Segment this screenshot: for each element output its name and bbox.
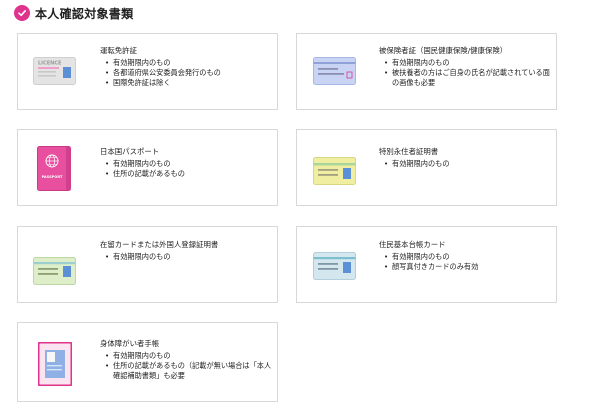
requirement-item: 住所の記載があるもの（記載が無い場合は「本人確認補助書類」も必要 xyxy=(104,361,272,381)
document-card-resident-register: 住民基本台帳カード 有効期限内のもの 顔写真付きカードのみ有効 xyxy=(296,226,557,303)
document-card-drivers-license: LICENCE 運転免許証 有効期限内のもの 各都道府県公安委員会発行のもの 国… xyxy=(17,33,278,110)
requirement-item: 有効期限内のもの xyxy=(383,58,551,68)
health-insurance-card-icon xyxy=(313,57,356,89)
section-header: 本人確認対象書類 xyxy=(14,4,133,22)
requirement-item: 有効期限内のもの xyxy=(104,252,171,262)
document-name: 住民基本台帳カード xyxy=(379,240,446,249)
document-name: 在留カードまたは外国人登録証明書 xyxy=(100,240,219,249)
requirement-list: 有効期限内のもの xyxy=(104,252,171,262)
requirement-item: 有効期限内のもの xyxy=(383,159,450,169)
passport-text: PASSPORT xyxy=(42,175,63,179)
document-name: 日本国パスポート xyxy=(100,147,160,156)
passport-icon: PASSPORT xyxy=(37,146,71,195)
requirement-item: 有効期限内のもの xyxy=(383,252,478,262)
resident-register-card-icon xyxy=(313,252,356,284)
license-card-text: LICENCE xyxy=(38,61,62,67)
requirement-item: 顔写真付きカードのみ有効 xyxy=(383,262,478,272)
requirement-list: 有効期限内のもの 住所の記載があるもの xyxy=(104,159,185,179)
requirement-item: 被扶養者の方はご自身の氏名が記載されている面の画像も必要 xyxy=(383,68,551,88)
document-card-residence-card: 在留カードまたは外国人登録証明書 有効期限内のもの xyxy=(17,226,278,303)
requirement-item: 各都道府県公安委員会発行のもの xyxy=(104,68,221,78)
requirement-list: 有効期限内のもの xyxy=(383,159,450,169)
requirement-item: 有効期限内のもの xyxy=(104,58,221,68)
document-name: 運転免許証 xyxy=(100,46,137,55)
residence-card-icon xyxy=(33,257,76,289)
document-card-special-permanent-resident: 特別永住者証明書 有効期限内のもの xyxy=(296,129,557,206)
drivers-license-icon: LICENCE xyxy=(33,57,76,89)
resident-certificate-icon xyxy=(313,157,356,189)
document-card-health-insurance: 被保険者証（国民健康保険/健康保険） 有効期限内のもの 被扶養者の方はご自身の氏… xyxy=(296,33,557,110)
disability-certificate-icon xyxy=(37,341,73,390)
document-name: 特別永住者証明書 xyxy=(379,147,439,156)
requirement-item: 住所の記載があるもの xyxy=(104,169,185,179)
document-name: 被保険者証（国民健康保険/健康保険） xyxy=(379,46,508,55)
requirement-list: 有効期限内のもの 被扶養者の方はご自身の氏名が記載されている面の画像も必要 xyxy=(383,58,551,88)
requirement-list: 有効期限内のもの 各都道府県公安委員会発行のもの 国際免許証は除く xyxy=(104,58,221,88)
check-circle-icon xyxy=(14,5,30,21)
document-card-disability-certificate: 身体障がい者手帳 有効期限内のもの 住所の記載があるもの（記載が無い場合は「本人… xyxy=(17,322,278,402)
section-title: 本人確認対象書類 xyxy=(35,6,134,21)
requirement-item: 有効期限内のもの xyxy=(104,159,185,169)
document-card-passport: PASSPORT 日本国パスポート 有効期限内のもの 住所の記載があるもの xyxy=(17,129,278,206)
document-name: 身体障がい者手帳 xyxy=(100,339,160,348)
requirement-list: 有効期限内のもの 顔写真付きカードのみ有効 xyxy=(383,252,478,272)
requirement-item: 国際免許証は除く xyxy=(104,78,221,88)
requirement-list: 有効期限内のもの 住所の記載があるもの（記載が無い場合は「本人確認補助書類」も必… xyxy=(104,351,272,381)
requirement-item: 有効期限内のもの xyxy=(104,351,272,361)
